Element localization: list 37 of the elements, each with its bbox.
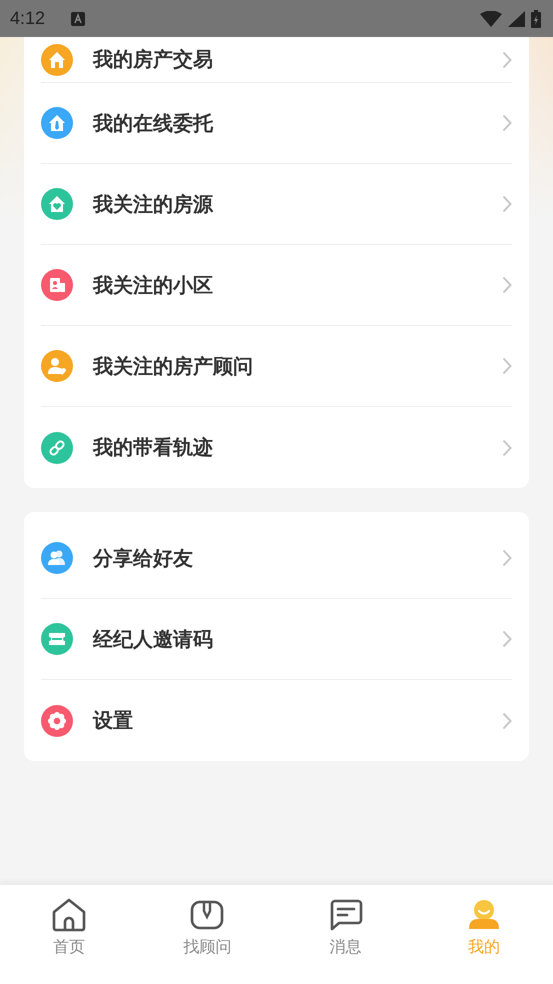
home-icon: [51, 897, 88, 933]
chevron-right-icon: [502, 712, 512, 730]
menu-item[interactable]: 我的带看轨迹: [41, 407, 512, 488]
menu-item-label: 经纪人邀请码: [93, 626, 214, 652]
status-time: 4:12: [10, 8, 46, 29]
menu-item-label: 我的在线委托: [93, 110, 214, 136]
signal-icon: [508, 10, 525, 26]
chevron-right-icon: [502, 549, 512, 567]
menu-item-label: 分享给好友: [93, 544, 194, 572]
menu-item-label: 我关注的房产顾问: [93, 352, 254, 380]
menu-item[interactable]: 我关注的小区: [41, 245, 512, 326]
menu-item[interactable]: 我关注的房源: [41, 164, 512, 245]
chevron-right-icon: [502, 438, 512, 456]
menu-item[interactable]: 我的在线委托: [41, 83, 512, 164]
keyboard-notification-icon: [71, 12, 86, 26]
message-icon: [328, 897, 364, 933]
menu-item-label: 设置: [93, 707, 134, 734]
menu-item-label: 我的带看轨迹: [93, 434, 214, 461]
menu-item[interactable]: 我的房产交易: [41, 37, 512, 83]
menu-item[interactable]: 经纪人邀请码: [41, 599, 512, 680]
menu-item-label: 我的房产交易: [93, 46, 214, 73]
wifi-icon: [480, 10, 502, 26]
tab[interactable]: 找顾问: [138, 885, 276, 984]
chevron-right-icon: [502, 114, 512, 132]
battery-icon: [531, 10, 541, 28]
menu-item-label: 我关注的小区: [93, 272, 214, 298]
menu-item[interactable]: 分享给好友: [41, 518, 512, 599]
chevron-right-icon: [502, 276, 512, 294]
menu-item-label: 我关注的房源: [93, 190, 214, 218]
chevron-right-icon: [502, 630, 512, 648]
chevron-right-icon: [502, 195, 512, 213]
menu-item[interactable]: 我关注的房产顾问: [41, 326, 512, 407]
tab[interactable]: 消息: [276, 885, 415, 984]
tab[interactable]: 首页: [0, 885, 138, 984]
chevron-right-icon: [502, 50, 512, 68]
menu-item[interactable]: 设置: [41, 680, 512, 761]
chevron-right-icon: [502, 357, 512, 375]
